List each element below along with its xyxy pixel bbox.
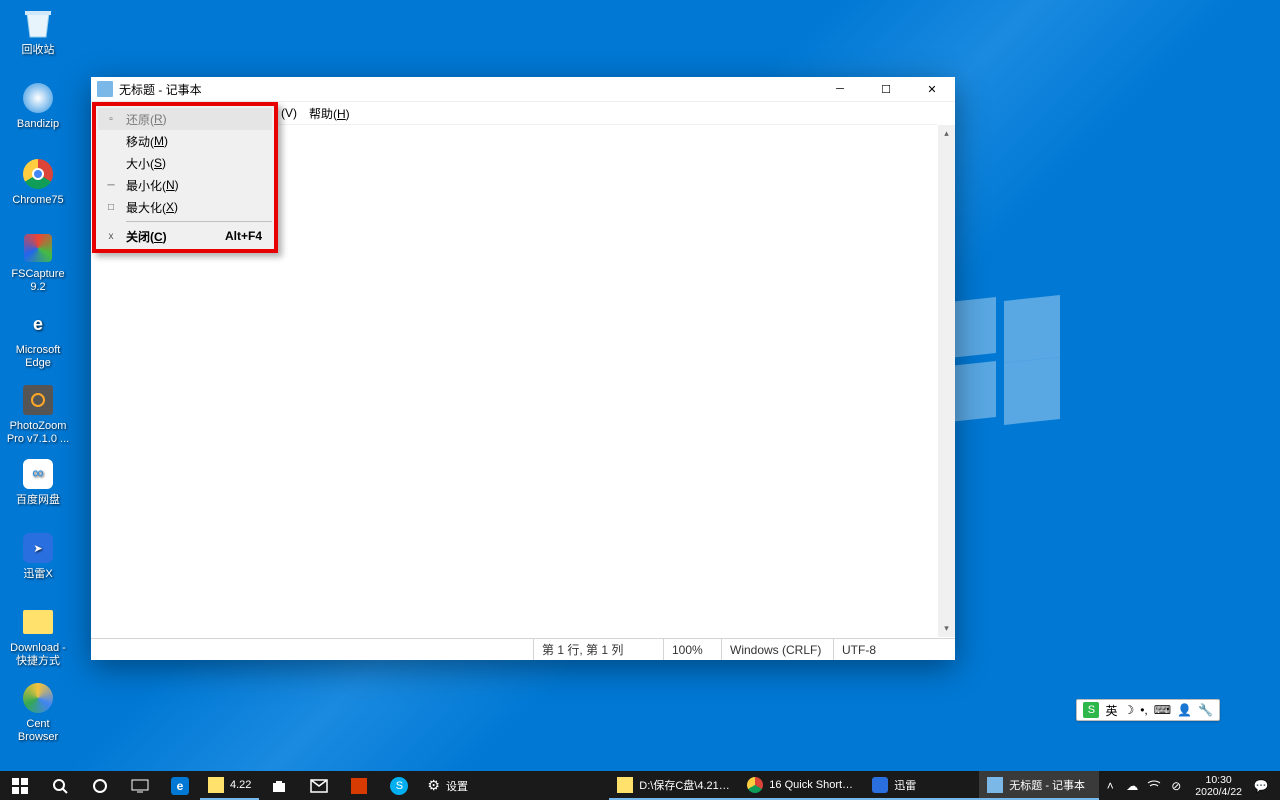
- sysmenu-separator: [126, 221, 272, 222]
- gear-icon: ⚙: [427, 777, 440, 794]
- taskbar-settings[interactable]: ⚙设置: [419, 771, 476, 800]
- sysmenu-maximize[interactable]: □最大化(X): [98, 196, 272, 218]
- taskbar-explorer-d[interactable]: D:\保存C盘\4.21\4...: [609, 771, 739, 800]
- desktop-icon-edge[interactable]: eMicrosoft Edge: [0, 306, 76, 370]
- status-encoding: UTF-8: [833, 639, 955, 660]
- desktop-icon-centbrowser[interactable]: Cent Browser: [0, 680, 76, 744]
- desktop-icon-bandizip[interactable]: Bandizip: [0, 80, 76, 131]
- notepad-icon[interactable]: [97, 81, 113, 97]
- minimize-icon: ─: [104, 180, 118, 191]
- taskbar-store[interactable]: [259, 771, 299, 800]
- ime-keyboard-icon[interactable]: ⌨: [1154, 703, 1171, 717]
- xunlei-icon: [872, 777, 888, 793]
- tray-block-icon[interactable]: ⊘: [1165, 779, 1187, 793]
- system-tray: ˄ ☁ ⊘ 10:30 2020/4/22 💬: [1099, 771, 1280, 800]
- desktop-icon-fscapture[interactable]: FSCapture 9.2: [0, 230, 76, 294]
- desktop-icon-recycle-bin[interactable]: 回收站: [0, 6, 76, 57]
- windows-logo-watermark: [940, 300, 1060, 420]
- sysmenu-move[interactable]: 移动(M): [98, 130, 272, 152]
- restore-icon: ▫: [104, 114, 118, 125]
- chrome-icon: [747, 777, 763, 793]
- scroll-down-icon[interactable]: ▾: [938, 620, 955, 637]
- desktop-icon-download[interactable]: Download - 快捷方式: [0, 604, 76, 668]
- tray-expand-icon[interactable]: ˄: [1099, 779, 1121, 793]
- search-button[interactable]: [40, 771, 80, 800]
- statusbar: 第 1 行, 第 1 列 100% Windows (CRLF) UTF-8: [91, 638, 955, 660]
- system-menu: ▫还原(R) 移动(M) 大小(S) ─最小化(N) □最大化(X) x关闭(C…: [92, 102, 278, 253]
- sysmenu-minimize[interactable]: ─最小化(N): [98, 174, 272, 196]
- ime-person-icon[interactable]: 👤: [1177, 703, 1192, 717]
- sysmenu-restore: ▫还原(R): [98, 108, 272, 130]
- status-position: 第 1 行, 第 1 列: [533, 639, 663, 660]
- close-icon: x: [104, 231, 118, 242]
- sysmenu-close[interactable]: x关闭(C)Alt+F4: [98, 225, 272, 247]
- tray-onedrive-icon[interactable]: ☁: [1121, 779, 1143, 793]
- titlebar[interactable]: 无标题 - 记事本 ─ ☐ ✕: [91, 77, 955, 102]
- action-center-icon[interactable]: 💬: [1250, 779, 1272, 793]
- desktop-icon-baidu-pan[interactable]: ∞百度网盘: [0, 456, 76, 507]
- menu-view-partial[interactable]: (V): [275, 104, 303, 122]
- status-eol: Windows (CRLF): [721, 639, 833, 660]
- desktop-icon-xunlei[interactable]: ➤迅雷X: [0, 530, 76, 581]
- desktop-icon-photozoom[interactable]: PhotoZoom Pro v7.1.0 ...: [0, 382, 76, 446]
- sogou-logo-icon: S: [1083, 702, 1099, 718]
- sysmenu-size[interactable]: 大小(S): [98, 152, 272, 174]
- close-button[interactable]: ✕: [909, 77, 955, 102]
- notepad-icon: [987, 777, 1003, 793]
- tray-wifi-icon[interactable]: [1143, 778, 1165, 793]
- cortana-button[interactable]: [80, 771, 120, 800]
- ime-settings-icon[interactable]: 🔧: [1198, 703, 1213, 717]
- folder-icon: [208, 777, 224, 793]
- desktop-icon-chrome75[interactable]: Chrome75: [0, 156, 76, 207]
- ime-punct-icon[interactable]: •,: [1140, 703, 1148, 717]
- maximize-icon: □: [104, 202, 118, 213]
- taskbar-skype[interactable]: S: [379, 771, 419, 800]
- minimize-button[interactable]: ─: [817, 77, 863, 102]
- taskbar-explorer-422[interactable]: 4.22: [200, 771, 259, 800]
- start-button[interactable]: [0, 771, 40, 800]
- taskbar: e 4.22 S ⚙设置 D:\保存C盘\4.21\4... 16 Quick …: [0, 771, 1280, 800]
- sogou-ime-bar[interactable]: S 英 ☽ •, ⌨ 👤 🔧: [1076, 699, 1220, 721]
- window-title: 无标题 - 记事本: [119, 81, 817, 98]
- scroll-up-icon[interactable]: ▴: [938, 125, 955, 142]
- folder-icon: [617, 777, 633, 793]
- taskbar-office[interactable]: [339, 771, 379, 800]
- task-view-button[interactable]: [120, 771, 160, 800]
- taskbar-xunlei[interactable]: 迅雷: [864, 771, 979, 800]
- taskbar-notepad[interactable]: 无标题 - 记事本: [979, 771, 1099, 800]
- taskbar-edge[interactable]: e: [160, 771, 200, 800]
- taskbar-chrome-16[interactable]: 16 Quick Shortcut...: [739, 771, 864, 800]
- vertical-scrollbar[interactable]: ▴ ▾: [938, 125, 955, 637]
- menu-help[interactable]: 帮助(H): [303, 103, 356, 124]
- ime-moon-icon[interactable]: ☽: [1123, 703, 1134, 717]
- tray-clock[interactable]: 10:30 2020/4/22: [1187, 772, 1250, 800]
- ime-lang[interactable]: 英: [1105, 702, 1117, 719]
- desktop: 回收站 Bandizip Chrome75 FSCapture 9.2 eMic…: [0, 0, 1280, 771]
- maximize-button[interactable]: ☐: [863, 77, 909, 102]
- status-zoom: 100%: [663, 639, 721, 660]
- taskbar-mail[interactable]: [299, 771, 339, 800]
